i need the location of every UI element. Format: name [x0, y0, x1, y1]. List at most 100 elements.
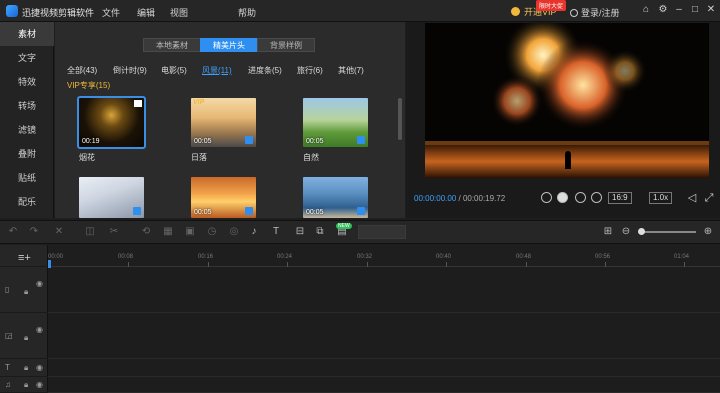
tick-mark: [128, 262, 129, 267]
menu-view[interactable]: 视图: [170, 6, 188, 19]
tab-background-samples[interactable]: 背景样例: [257, 38, 315, 52]
lock-icon[interactable]: 🔒︎: [24, 363, 28, 373]
download-icon[interactable]: [245, 207, 253, 215]
preview-screen: [425, 23, 709, 178]
zoom-out-icon[interactable]: ⊖: [620, 226, 632, 238]
category-scenery[interactable]: 风景(11): [202, 65, 232, 76]
sidebar-item-filters[interactable]: 滤镜: [0, 118, 54, 142]
download-icon[interactable]: [133, 207, 141, 215]
category-travel[interactable]: 旅行(6): [297, 65, 323, 76]
menu-edit[interactable]: 编辑: [137, 6, 155, 19]
login-button[interactable]: 登录/注册: [570, 6, 620, 19]
export-button[interactable]: [358, 225, 406, 239]
category-movie[interactable]: 电影(5): [161, 65, 187, 76]
tab-local-material[interactable]: 本地素材: [143, 38, 201, 52]
download-icon[interactable]: [357, 136, 365, 144]
lock-icon[interactable]: 🔒︎: [24, 333, 28, 343]
media-item-blossom[interactable]: [79, 177, 144, 218]
menu-file[interactable]: 文件: [102, 6, 120, 19]
video-track-icon: ▯: [5, 285, 10, 294]
sidebar-item-effects[interactable]: 特效: [0, 70, 54, 94]
freeze-icon[interactable]: ▣: [184, 226, 196, 238]
zoom-slider-handle[interactable]: [638, 228, 645, 235]
fit-timeline-icon[interactable]: ⊞: [602, 226, 614, 238]
category-all[interactable]: 全部(43): [67, 65, 97, 76]
lock-icon[interactable]: 🔒︎: [24, 380, 28, 390]
media-item-sea-sunset[interactable]: 00:05: [191, 177, 256, 218]
split-icon[interactable]: ✂: [108, 226, 120, 238]
crop-icon[interactable]: ◫: [84, 226, 96, 238]
zoom-in-icon[interactable]: ⊕: [702, 226, 714, 238]
redo-icon[interactable]: ↷: [28, 226, 40, 238]
music-track-icon: ♫: [5, 380, 11, 389]
microphone-icon[interactable]: ♪: [248, 226, 260, 238]
media-item-label: 日落: [191, 153, 207, 162]
sidebar-item-music[interactable]: 配乐: [0, 190, 54, 214]
stop-icon[interactable]: [591, 192, 602, 203]
settings-icon[interactable]: ⚙: [657, 4, 669, 16]
visibility-icon[interactable]: ◉: [36, 380, 43, 389]
download-icon[interactable]: [357, 207, 365, 215]
next-icon[interactable]: [575, 192, 586, 203]
audio-track[interactable]: [48, 377, 720, 393]
rotate-icon[interactable]: ⟲: [140, 226, 152, 238]
tab-intro-templates[interactable]: 精美片头: [200, 38, 258, 52]
subtitle-icon[interactable]: ⊟: [294, 226, 306, 238]
item-duration: 00:05: [306, 138, 324, 145]
visibility-icon[interactable]: ◉: [36, 363, 43, 372]
minimize-icon[interactable]: –: [673, 4, 685, 16]
sidebar-item-stickers[interactable]: 贴纸: [0, 166, 54, 190]
category-progress-bar[interactable]: 进度条(5): [248, 65, 282, 76]
aspect-ratio-select[interactable]: 16:9: [608, 192, 632, 204]
video-track[interactable]: [48, 268, 720, 313]
tick-label: 00:32: [357, 254, 373, 260]
menu-help[interactable]: 帮助: [238, 6, 256, 19]
media-item-coast[interactable]: 00:05: [303, 177, 368, 218]
close-icon[interactable]: ✕: [705, 4, 717, 16]
play-button[interactable]: [557, 192, 568, 203]
sidebar-item-transitions[interactable]: 转场: [0, 94, 54, 118]
pip-track[interactable]: [48, 313, 720, 359]
fireworks-image: [425, 23, 709, 178]
media-item-nature[interactable]: 00:05: [303, 98, 368, 147]
home-icon[interactable]: ⌂: [640, 4, 652, 16]
time-display: 00:00:00.00 / 00:00:19.72: [414, 194, 506, 203]
duration-icon[interactable]: ◷: [206, 226, 218, 238]
zoom-slider[interactable]: [642, 231, 696, 233]
text-track-icon: T: [5, 363, 10, 372]
video-track-header: ▯ 🔒︎ ◉: [0, 267, 48, 313]
delete-icon[interactable]: ✕: [53, 226, 65, 238]
text-track[interactable]: [48, 359, 720, 377]
playhead[interactable]: [48, 260, 51, 268]
visibility-icon[interactable]: ◉: [36, 325, 43, 334]
maximize-icon[interactable]: □: [689, 4, 701, 16]
tick-mark: [208, 262, 209, 267]
sidebar-item-material[interactable]: 素材: [0, 22, 54, 46]
speed-icon[interactable]: ◎: [228, 226, 240, 238]
media-scrollbar[interactable]: [398, 98, 402, 140]
category-other[interactable]: 其他(7): [338, 65, 364, 76]
mosaic-icon[interactable]: ▦: [162, 226, 174, 238]
sidebar: 素材 文字 特效 转场 滤镜 叠附 贴纸 配乐: [0, 22, 54, 218]
tick-label: 00:40: [436, 254, 452, 260]
download-icon[interactable]: [245, 136, 253, 144]
visibility-icon[interactable]: ◉: [36, 279, 43, 288]
media-item-fireworks[interactable]: 00:19: [77, 96, 146, 149]
media-item-sunset[interactable]: VIP 00:05: [191, 98, 256, 147]
text-to-speech-icon[interactable]: T: [270, 226, 282, 238]
previous-icon[interactable]: [541, 192, 552, 203]
tick-mark: [684, 262, 685, 267]
track-headers: ≡+ ▯ 🔒︎ ◉ ◲ 🔒︎ ◉ T 🔒︎ ◉ ♫ 🔒︎ ◉: [0, 245, 48, 393]
fullscreen-icon[interactable]: ⤢: [703, 192, 715, 204]
volume-icon[interactable]: ◁: [686, 192, 698, 204]
sidebar-item-text[interactable]: 文字: [0, 46, 54, 70]
add-track-icon[interactable]: ≡+: [18, 252, 31, 264]
speed-select[interactable]: 1.0x: [649, 192, 673, 204]
sidebar-item-overlay[interactable]: 叠附: [0, 142, 54, 166]
lock-icon[interactable]: 🔒︎: [24, 287, 28, 297]
undo-icon[interactable]: ↶: [7, 226, 19, 238]
timeline-ruler[interactable]: [48, 245, 720, 267]
item-duration: 00:19: [82, 138, 100, 145]
category-countdown[interactable]: 倒计时(9): [113, 65, 147, 76]
pip-icon[interactable]: ⧉: [314, 226, 326, 238]
